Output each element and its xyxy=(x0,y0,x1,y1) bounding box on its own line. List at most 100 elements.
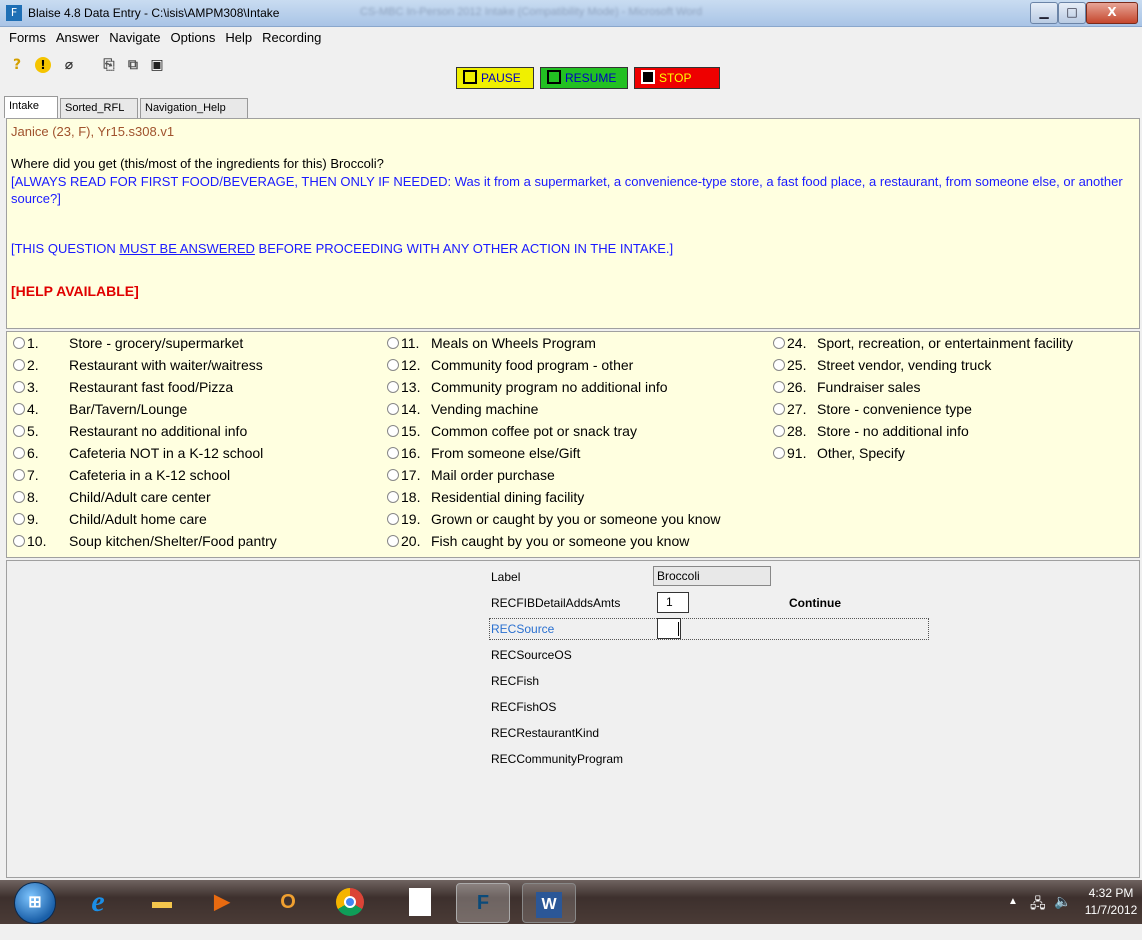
radio-icon[interactable] xyxy=(13,425,25,437)
chrome-icon[interactable] xyxy=(324,883,376,921)
radio-icon[interactable] xyxy=(387,337,399,349)
tab-sorted-rfl[interactable]: Sorted_RFL xyxy=(60,98,138,118)
volume-icon[interactable]: 🔈 xyxy=(1054,893,1071,937)
radio-icon[interactable] xyxy=(13,337,25,349)
answer-option[interactable]: 1. Store - grocery/supermarket xyxy=(13,335,277,357)
taskbar: ⊞ e ▬ ▶ O F W ▲ 🖧 🔈 4:32 PM 11/7/2012 xyxy=(0,880,1142,924)
outlook-icon[interactable]: O xyxy=(262,883,314,921)
internet-explorer-icon[interactable]: e xyxy=(72,883,124,921)
answer-option[interactable]: 10. Soup kitchen/Shelter/Food pantry xyxy=(13,533,277,555)
radio-icon[interactable] xyxy=(13,359,25,371)
answer-option[interactable]: 7. Cafeteria in a K-12 school xyxy=(13,467,277,489)
maximize-button[interactable]: □ xyxy=(1058,2,1086,24)
paperclip-icon[interactable]: ⌀ xyxy=(60,56,78,74)
field-source-input[interactable] xyxy=(657,618,681,639)
answer-option[interactable]: 25. Street vendor, vending truck xyxy=(773,357,1073,379)
copy-icon[interactable]: ⧉ xyxy=(124,56,142,74)
radio-icon[interactable] xyxy=(773,447,785,459)
radio-icon[interactable] xyxy=(13,535,25,547)
answer-option[interactable]: 19. Grown or caught by you or someone you… xyxy=(387,511,721,533)
close-button[interactable]: X xyxy=(1086,2,1138,24)
tray-expand-icon[interactable]: ▲ xyxy=(1008,896,1018,940)
blaise-app-icon[interactable]: F xyxy=(6,5,22,21)
blank-document-icon[interactable] xyxy=(394,883,446,921)
find-icon[interactable]: ⎘ xyxy=(100,56,118,74)
answer-option[interactable]: 12. Community food program - other xyxy=(387,357,721,379)
answer-option[interactable]: 6. Cafeteria NOT in a K-12 school xyxy=(13,445,277,467)
menu-forms[interactable]: Forms xyxy=(4,27,51,48)
tab-intake[interactable]: Intake xyxy=(4,96,58,118)
answer-option[interactable]: 4. Bar/Tavern/Lounge xyxy=(13,401,277,423)
answer-option[interactable]: 26. Fundraiser sales xyxy=(773,379,1073,401)
minimize-button[interactable]: ▁ xyxy=(1030,2,1058,24)
radio-icon[interactable] xyxy=(13,403,25,415)
save-icon[interactable]: ▣ xyxy=(148,56,166,74)
answer-option[interactable]: 16. From someone else/Gift xyxy=(387,445,721,467)
menu-help[interactable]: Help xyxy=(220,27,257,48)
must-answer-underlined[interactable]: MUST BE ANSWERED xyxy=(119,241,255,256)
field-adds-input[interactable]: 1 xyxy=(657,592,689,613)
radio-icon[interactable] xyxy=(773,359,785,371)
question-mark-icon[interactable]: ? xyxy=(8,56,26,74)
radio-icon[interactable] xyxy=(387,403,399,415)
answer-option-number: 6. xyxy=(27,445,39,461)
radio-icon[interactable] xyxy=(387,535,399,547)
answer-option[interactable]: 15. Common coffee pot or snack tray xyxy=(387,423,721,445)
answer-option[interactable]: 13. Community program no additional info xyxy=(387,379,721,401)
answer-option[interactable]: 5. Restaurant no additional info xyxy=(13,423,277,445)
answer-option-number: 26. xyxy=(787,379,807,395)
radio-icon[interactable] xyxy=(773,425,785,437)
file-explorer-icon[interactable]: ▬ xyxy=(136,883,188,921)
answer-option-number: 7. xyxy=(27,467,39,483)
menu-answer[interactable]: Answer xyxy=(51,27,104,48)
start-button[interactable]: ⊞ xyxy=(14,882,56,924)
clock[interactable]: 4:32 PM 11/7/2012 xyxy=(1084,885,1138,919)
pause-label: PAUSE xyxy=(481,71,521,85)
radio-icon[interactable] xyxy=(773,337,785,349)
radio-icon[interactable] xyxy=(387,381,399,393)
answer-option[interactable]: 91. Other, Specify xyxy=(773,445,1073,467)
answer-option[interactable]: 3. Restaurant fast food/Pizza xyxy=(13,379,277,401)
field-list-panel: Label Broccoli RECFIBDetailAddsAmts 1 Co… xyxy=(6,560,1140,878)
answer-option[interactable]: 17. Mail order purchase xyxy=(387,467,721,489)
radio-icon[interactable] xyxy=(13,381,25,393)
answer-option-number: 4. xyxy=(27,401,39,417)
radio-icon[interactable] xyxy=(773,403,785,415)
answer-option[interactable]: 2. Restaurant with waiter/waitress xyxy=(13,357,277,379)
network-icon[interactable]: 🖧 xyxy=(1030,893,1046,937)
radio-icon[interactable] xyxy=(13,447,25,459)
answer-option[interactable]: 28. Store - no additional info xyxy=(773,423,1073,445)
answer-option[interactable]: 20. Fish caught by you or someone you kno… xyxy=(387,533,721,555)
menu-options[interactable]: Options xyxy=(166,27,221,48)
exclamation-icon[interactable]: ! xyxy=(34,56,52,74)
answer-option[interactable]: 14. Vending machine xyxy=(387,401,721,423)
tab-navigation-help[interactable]: Navigation_Help xyxy=(140,98,248,118)
media-player-icon[interactable]: ▶ xyxy=(196,883,248,921)
stop-label: STOP xyxy=(659,71,692,85)
resume-button[interactable]: RESUME xyxy=(540,67,628,89)
radio-icon[interactable] xyxy=(13,469,25,481)
stop-button[interactable]: STOP xyxy=(634,67,720,89)
answer-option-number: 15. xyxy=(401,423,421,439)
radio-icon[interactable] xyxy=(387,359,399,371)
answer-option[interactable]: 11. Meals on Wheels Program xyxy=(387,335,721,357)
radio-icon[interactable] xyxy=(13,513,25,525)
radio-icon[interactable] xyxy=(387,469,399,481)
answer-option[interactable]: 27. Store - convenience type xyxy=(773,401,1073,423)
radio-icon[interactable] xyxy=(387,425,399,437)
radio-icon[interactable] xyxy=(387,447,399,459)
answer-option[interactable]: 9. Child/Adult home care xyxy=(13,511,277,533)
pause-button[interactable]: PAUSE xyxy=(456,67,534,89)
menu-recording[interactable]: Recording xyxy=(257,27,326,48)
blaise-icon[interactable]: F xyxy=(456,883,510,923)
answer-option[interactable]: 24. Sport, recreation, or entertainment f… xyxy=(773,335,1073,357)
radio-icon[interactable] xyxy=(387,491,399,503)
menu-navigate[interactable]: Navigate xyxy=(104,27,165,48)
radio-icon[interactable] xyxy=(13,491,25,503)
radio-icon[interactable] xyxy=(387,513,399,525)
answer-option-label: Residential dining facility xyxy=(431,489,585,505)
word-icon[interactable]: W xyxy=(522,883,576,923)
answer-option[interactable]: 8. Child/Adult care center xyxy=(13,489,277,511)
answer-option[interactable]: 18. Residential dining facility xyxy=(387,489,721,511)
radio-icon[interactable] xyxy=(773,381,785,393)
